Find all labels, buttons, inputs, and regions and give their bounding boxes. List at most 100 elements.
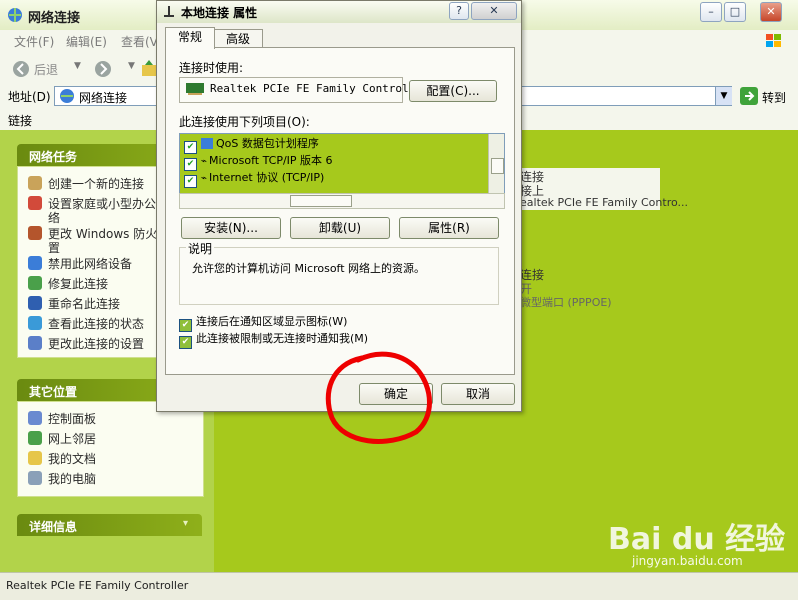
- my-computer-icon: [28, 471, 42, 485]
- cancel-button[interactable]: 取消: [441, 383, 515, 405]
- task-label: 更改 Windows 防火墙: [48, 227, 170, 241]
- task-home-network-cont[interactable]: 络: [48, 209, 60, 226]
- place-network-places[interactable]: 网上邻居: [28, 430, 96, 447]
- lan-icon: [164, 6, 174, 17]
- task-label: 络: [48, 211, 61, 225]
- description-title: 说明: [186, 240, 215, 257]
- links-label[interactable]: 链接: [8, 112, 32, 129]
- status-bar: Realtek PCIe FE Family Controller: [0, 572, 798, 600]
- place-control-panel[interactable]: 控制面板: [28, 410, 96, 427]
- back-button-label[interactable]: 后退: [34, 61, 58, 78]
- item-label: QoS 数据包计划程序: [216, 137, 319, 150]
- list-item-tcpip[interactable]: ✔ ⌁ Internet 协议 (TCP/IP): [184, 169, 324, 188]
- place-label: 我的电脑: [48, 472, 97, 486]
- protocol-icon: ⌁: [201, 173, 208, 184]
- task-repair-connection[interactable]: 修复此连接: [28, 275, 108, 292]
- place-my-documents[interactable]: 我的文档: [28, 450, 96, 467]
- help-button[interactable]: ?: [449, 2, 469, 20]
- windows-logo-icon: [766, 34, 781, 47]
- adapter-field: Realtek PCIe FE Family Control: [179, 77, 409, 103]
- hscroll-thumb[interactable]: [290, 195, 352, 207]
- network-icon: [60, 89, 74, 103]
- forward-dropdown-icon[interactable]: ▼: [128, 61, 135, 71]
- close-button[interactable]: ✕: [760, 2, 782, 22]
- home-network-icon: [28, 196, 42, 210]
- place-label: 控制面板: [48, 412, 97, 426]
- task-label: 设置家庭或小型办公: [48, 197, 157, 211]
- network-card-icon: [186, 83, 204, 95]
- task-view-status[interactable]: 查看此连接的状态: [28, 315, 144, 332]
- item-label: Internet 协议 (TCP/IP): [209, 171, 325, 184]
- maximize-button[interactable]: □: [724, 2, 746, 22]
- red-annotation-circle: [325, 351, 432, 444]
- task-change-settings[interactable]: 更改此连接的设置: [28, 335, 144, 352]
- task-label: 置: [48, 241, 61, 255]
- protocol-icon: ⌁: [201, 156, 208, 167]
- connection-item-lan[interactable]: 连接 接上 ealtek PCIe FE Family Contro...: [514, 168, 688, 210]
- checkbox-icon[interactable]: ✔: [184, 175, 197, 188]
- details-header[interactable]: 详细信息 ▾: [17, 514, 202, 536]
- up-folder-icon[interactable]: [142, 59, 156, 77]
- task-create-connection[interactable]: 创建一个新的连接: [28, 175, 144, 192]
- address-label: 地址(D): [8, 90, 51, 104]
- list-hscrollbar[interactable]: [179, 193, 505, 209]
- minimize-button[interactable]: –: [700, 2, 722, 22]
- status-icon: [28, 316, 42, 330]
- uninstall-button[interactable]: 卸载(U): [290, 217, 390, 239]
- tab-general[interactable]: 常规: [165, 27, 215, 49]
- window-title: 网络连接: [28, 11, 81, 26]
- network-connections-icon: [8, 8, 22, 22]
- task-label: 重命名此连接: [48, 297, 121, 311]
- vscroll-thumb[interactable]: [491, 158, 504, 174]
- firewall-icon: [28, 226, 42, 240]
- dialog-close-button[interactable]: ✕: [471, 2, 517, 20]
- back-arrow-icon[interactable]: [12, 60, 30, 78]
- service-icon: [201, 138, 213, 149]
- install-button[interactable]: 安装(N)...: [181, 217, 281, 239]
- go-arrow-icon[interactable]: [740, 87, 758, 105]
- task-label: 修复此连接: [48, 277, 109, 291]
- chevron-down-icon[interactable]: ▾: [183, 518, 188, 529]
- description-group: 说明 允许您的计算机访问 Microsoft 网络上的资源。: [179, 240, 499, 305]
- baidu-watermark-logo: Bai du 经验: [608, 522, 786, 557]
- tab-advanced[interactable]: 高级: [213, 29, 263, 48]
- status-text: Realtek PCIe FE Family Controller: [6, 579, 189, 592]
- task-label: 查看此连接的状态: [48, 317, 145, 331]
- task-label: 更改此连接的设置: [48, 337, 145, 351]
- go-button-label[interactable]: 转到: [762, 89, 786, 106]
- task-firewall-cont[interactable]: 置: [48, 239, 60, 256]
- my-documents-icon: [28, 451, 42, 465]
- task-rename-connection[interactable]: 重命名此连接: [28, 295, 120, 312]
- place-my-computer[interactable]: 我的电脑: [28, 470, 96, 487]
- notify-option[interactable]: ✔ 此连接被限制或无连接时通知我(M): [179, 330, 368, 349]
- back-dropdown-icon[interactable]: ▼: [74, 61, 81, 71]
- description-text: 允许您的计算机访问 Microsoft 网络上的资源。: [192, 262, 426, 275]
- repair-icon: [28, 276, 42, 290]
- configure-button[interactable]: 配置(C)...: [409, 80, 497, 102]
- details-title: 详细信息: [29, 520, 78, 534]
- control-panel-icon: [28, 411, 42, 425]
- menu-edit[interactable]: 编辑(E): [66, 33, 107, 50]
- other-places-title: 其它位置: [29, 385, 78, 399]
- place-label: 我的文档: [48, 452, 97, 466]
- connection-device: ealtek PCIe FE Family Contro...: [520, 196, 689, 209]
- option-label: 此连接被限制或无连接时通知我(M): [196, 332, 369, 345]
- other-places-panel: 控制面板 网上邻居 我的文档 我的电脑: [17, 401, 204, 497]
- checkbox-icon[interactable]: ✔: [179, 336, 192, 349]
- adapter-name: Realtek PCIe FE Family Control: [210, 82, 409, 95]
- item-label: Microsoft TCP/IP 版本 6: [209, 154, 333, 167]
- components-list[interactable]: ✔ QoS 数据包计划程序 ✔ ⌁ Microsoft TCP/IP 版本 6 ✔ ⌁ I…: [179, 133, 505, 195]
- properties-button[interactable]: 属性(R): [399, 217, 499, 239]
- watermark-url: jingyan.baidu.com: [632, 554, 743, 568]
- address-value: 网络连接: [79, 91, 128, 105]
- forward-arrow-icon[interactable]: [94, 60, 112, 78]
- connect-using-label: 连接时使用:: [179, 61, 244, 75]
- connection-item-pppoe[interactable]: 连接 开 微型端口 (PPPOE): [514, 266, 664, 310]
- address-dropdown-icon[interactable]: ▼: [715, 87, 732, 105]
- menu-view[interactable]: 查看(V: [121, 33, 158, 50]
- menu-file[interactable]: 文件(F): [14, 33, 54, 50]
- task-disable-device[interactable]: 禁用此网络设备: [28, 255, 132, 272]
- connection-device: 微型端口 (PPPOE): [520, 296, 612, 309]
- list-vscrollbar[interactable]: [488, 134, 504, 194]
- dialog-titlebar[interactable]: 本地连接 属性 ? ✕: [157, 1, 521, 23]
